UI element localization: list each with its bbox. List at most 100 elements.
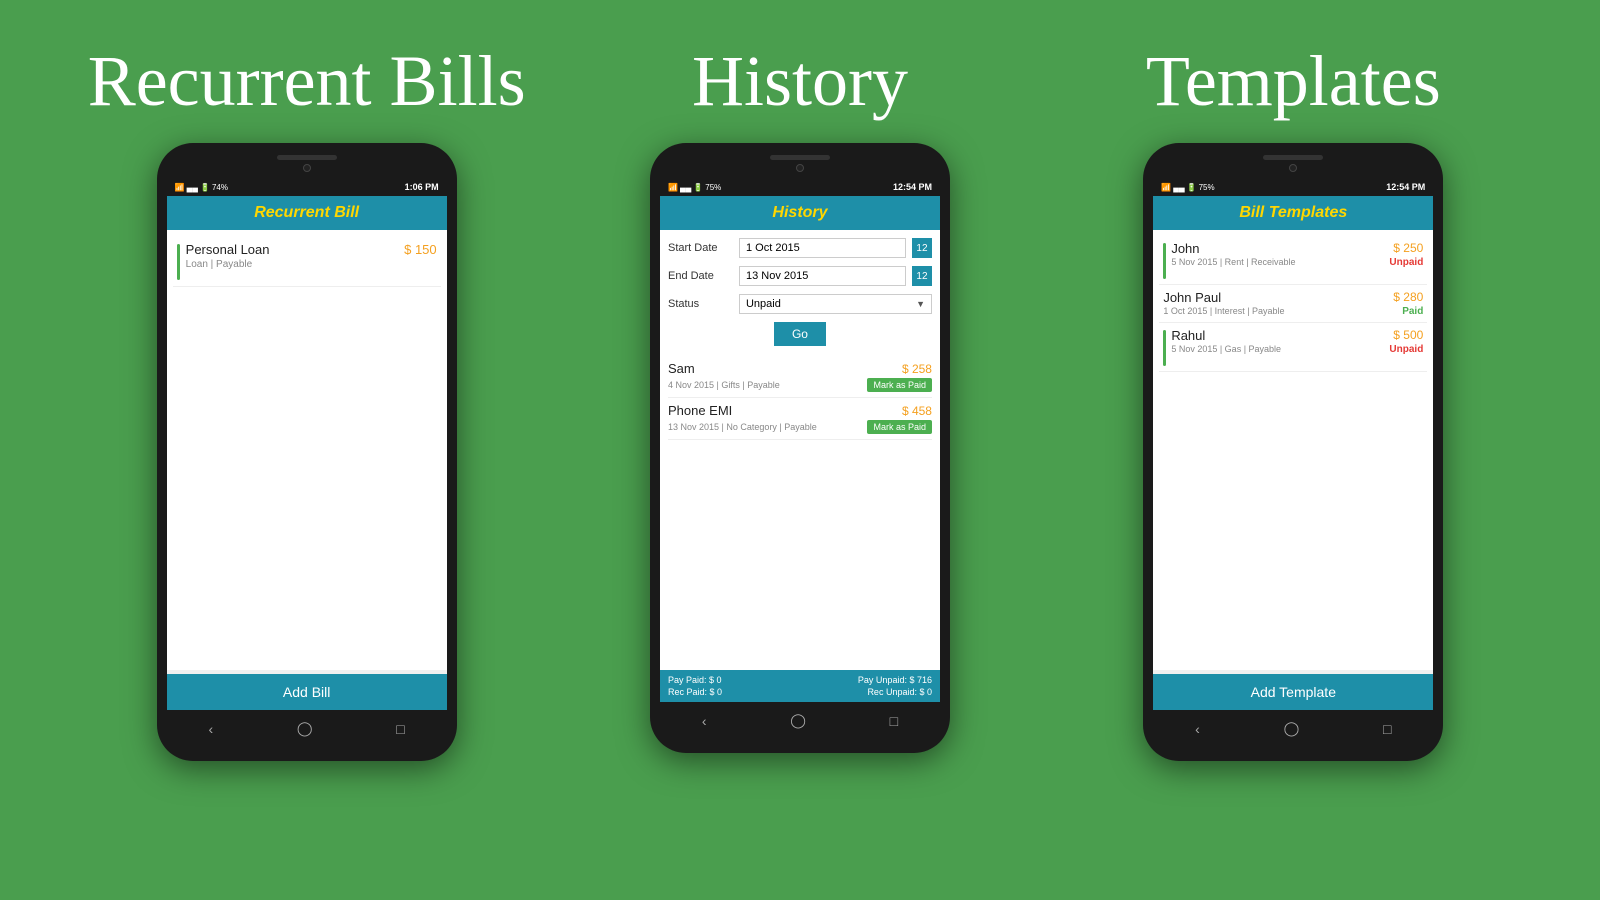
phone-speaker-history (770, 155, 830, 160)
phone-recurrent: 📶 ▄▄ 🔋 74% 1:06 PM Recurrent Bill (157, 143, 457, 761)
go-button[interactable]: Go (774, 322, 826, 346)
start-date-label: Start Date (668, 242, 733, 254)
end-date-label: End Date (668, 270, 733, 282)
template-amount-johnpaul: $ 280 (1393, 290, 1423, 304)
app-header-templates: Bill Templates (1153, 196, 1433, 230)
app-screen-history: History Start Date 1 Oct 2015 12 End Dat… (660, 196, 940, 702)
template-sub-rahul: 5 Nov 2015 | Gas | Payable (1171, 344, 1281, 354)
mark-paid-button-phoneemi[interactable]: Mark as Paid (867, 420, 932, 434)
template-item-johnpaul[interactable]: John Paul 1 Oct 2015 | Interest | Payabl… (1159, 285, 1427, 323)
bill-item-left: Personal Loan Loan | Payable (177, 242, 270, 280)
status-time-t: 12:54 PM (1386, 182, 1425, 192)
go-button-container: Go (668, 322, 932, 346)
nav-recent-h[interactable]: □ (874, 711, 914, 731)
calendar-icon-end[interactable]: 12 (912, 266, 932, 286)
status-select-container[interactable]: Unpaid ▼ (739, 294, 932, 314)
nav-back[interactable]: ‹ (193, 719, 230, 739)
app-screen-recurrent: Recurrent Bill Personal Loan Loan | Paya… (167, 196, 447, 710)
end-date-row: End Date 13 Nov 2015 12 (668, 266, 932, 286)
status-left-templates: 📶 ▄▄ 🔋 75% (1161, 183, 1214, 192)
template-status-john: Unpaid (1389, 257, 1423, 268)
nav-back-h[interactable]: ‹ (686, 711, 723, 731)
nav-recent-t[interactable]: □ (1367, 719, 1407, 739)
phone-speaker-templates (1263, 155, 1323, 160)
history-item-phoneemi-amount: $ 458 (902, 404, 932, 418)
template-right-john: $ 250 Unpaid (1389, 241, 1423, 268)
template-item-rahul-top: Rahul 5 Nov 2015 | Gas | Payable $ 500 U… (1163, 328, 1423, 366)
phone-top-history (660, 155, 940, 174)
nav-back-t[interactable]: ‹ (1179, 719, 1216, 739)
battery-percent-h: 75% (705, 183, 721, 192)
add-bill-button[interactable]: Add Bill (167, 674, 447, 710)
history-item-sam-sub: 4 Nov 2015 | Gifts | Payable (668, 380, 780, 390)
status-bar-templates: 📶 ▄▄ 🔋 75% 12:54 PM (1153, 178, 1433, 196)
history-item-sam-name: Sam (668, 361, 695, 376)
signal-icon-h: ▄▄ (680, 183, 691, 192)
template-left-johnpaul: John Paul 1 Oct 2015 | Interest | Payabl… (1163, 290, 1284, 316)
phone-templates: 📶 ▄▄ 🔋 75% 12:54 PM Bill Templates (1143, 143, 1443, 761)
status-time-h: 12:54 PM (893, 182, 932, 192)
status-time: 1:06 PM (405, 182, 439, 192)
calendar-icon-start[interactable]: 12 (912, 238, 932, 258)
history-item-sam[interactable]: Sam $ 258 4 Nov 2015 | Gifts | Payable M… (668, 356, 932, 398)
footer-left-col: Pay Paid: $ 0 Rec Paid: $ 0 (668, 675, 722, 697)
nav-home[interactable]: ◯ (281, 718, 329, 739)
wifi-icon: 📶 (175, 183, 185, 192)
phone-bottom-nav-recurrent: ‹ ◯ □ (167, 712, 447, 745)
nav-recent[interactable]: □ (380, 719, 420, 739)
template-sub-johnpaul: 1 Oct 2015 | Interest | Payable (1163, 306, 1284, 316)
bill-indicator-john (1163, 243, 1166, 279)
phone-camera-templates (1289, 164, 1297, 172)
phone-bottom-nav-history: ‹ ◯ □ (660, 704, 940, 737)
phone-camera-history (796, 164, 804, 172)
wifi-icon-h: 📶 (668, 183, 678, 192)
template-status-rahul: Unpaid (1389, 344, 1423, 355)
template-left-rahul: Rahul 5 Nov 2015 | Gas | Payable (1163, 328, 1281, 366)
template-item-john[interactable]: John 5 Nov 2015 | Rent | Receivable $ 25… (1159, 236, 1427, 285)
start-date-row: Start Date 1 Oct 2015 12 (668, 238, 932, 258)
templates-content: John 5 Nov 2015 | Rent | Receivable $ 25… (1153, 230, 1433, 670)
section-title-templates: Templates (1146, 40, 1441, 123)
app-screen-templates: Bill Templates John 5 Nov 2015 | Rent | … (1153, 196, 1433, 710)
rec-paid: Rec Paid: $ 0 (668, 687, 722, 697)
status-bar-recurrent: 📶 ▄▄ 🔋 74% 1:06 PM (167, 178, 447, 196)
bill-item-personal-loan[interactable]: Personal Loan Loan | Payable $ 150 (173, 236, 441, 287)
template-status-johnpaul: Paid (1402, 306, 1423, 317)
history-item-sam-bottom: 4 Nov 2015 | Gifts | Payable Mark as Pai… (668, 376, 932, 392)
phone-speaker (277, 155, 337, 160)
add-template-button[interactable]: Add Template (1153, 674, 1433, 710)
phone-camera (303, 164, 311, 172)
select-arrow-icon: ▼ (916, 299, 925, 309)
nav-home-t[interactable]: ◯ (1268, 718, 1316, 739)
mark-paid-button-sam[interactable]: Mark as Paid (867, 378, 932, 392)
template-right-johnpaul: $ 280 Paid (1393, 290, 1423, 317)
battery-percent: 74% (212, 183, 228, 192)
page-container: Recurrent Bills 📶 ▄▄ 🔋 74% 1:06 PM Recur… (0, 0, 1600, 900)
history-item-phoneemi[interactable]: Phone EMI $ 458 13 Nov 2015 | No Categor… (668, 398, 932, 440)
app-header-title-templates: Bill Templates (1163, 204, 1423, 222)
end-date-input[interactable]: 13 Nov 2015 (739, 266, 906, 286)
phone-top-recurrent (167, 155, 447, 174)
phone-top-templates (1153, 155, 1433, 174)
bill-indicator (177, 244, 180, 280)
nav-home-h[interactable]: ◯ (774, 710, 822, 731)
bill-amount: $ 150 (404, 242, 437, 257)
template-left-john: John 5 Nov 2015 | Rent | Receivable (1163, 241, 1295, 279)
app-content-recurrent: Personal Loan Loan | Payable $ 150 (167, 230, 447, 670)
app-header-title-recurrent: Recurrent Bill (177, 204, 437, 222)
app-header-recurrent: Recurrent Bill (167, 196, 447, 230)
template-item-rahul[interactable]: Rahul 5 Nov 2015 | Gas | Payable $ 500 U… (1159, 323, 1427, 372)
section-recurrent-bills: Recurrent Bills 📶 ▄▄ 🔋 74% 1:06 PM Recur… (60, 40, 553, 761)
start-date-input[interactable]: 1 Oct 2015 (739, 238, 906, 258)
template-name-johnpaul: John Paul (1163, 290, 1284, 305)
template-amount-rahul: $ 500 (1393, 328, 1423, 342)
battery-percent-t: 75% (1199, 183, 1215, 192)
template-item-john-top: John 5 Nov 2015 | Rent | Receivable $ 25… (1163, 241, 1423, 279)
rec-unpaid: Rec Unpaid: $ 0 (867, 687, 932, 697)
history-item-phoneemi-sub: 13 Nov 2015 | No Category | Payable (668, 422, 817, 432)
section-templates: Templates 📶 ▄▄ 🔋 75% 12:54 PM Bill Templ… (1047, 40, 1540, 761)
pay-unpaid: Pay Unpaid: $ 716 (858, 675, 932, 685)
history-content: Start Date 1 Oct 2015 12 End Date 13 Nov… (660, 230, 940, 670)
battery-icon-t: 🔋 (1187, 183, 1197, 192)
history-item-phoneemi-bottom: 13 Nov 2015 | No Category | Payable Mark… (668, 418, 932, 434)
